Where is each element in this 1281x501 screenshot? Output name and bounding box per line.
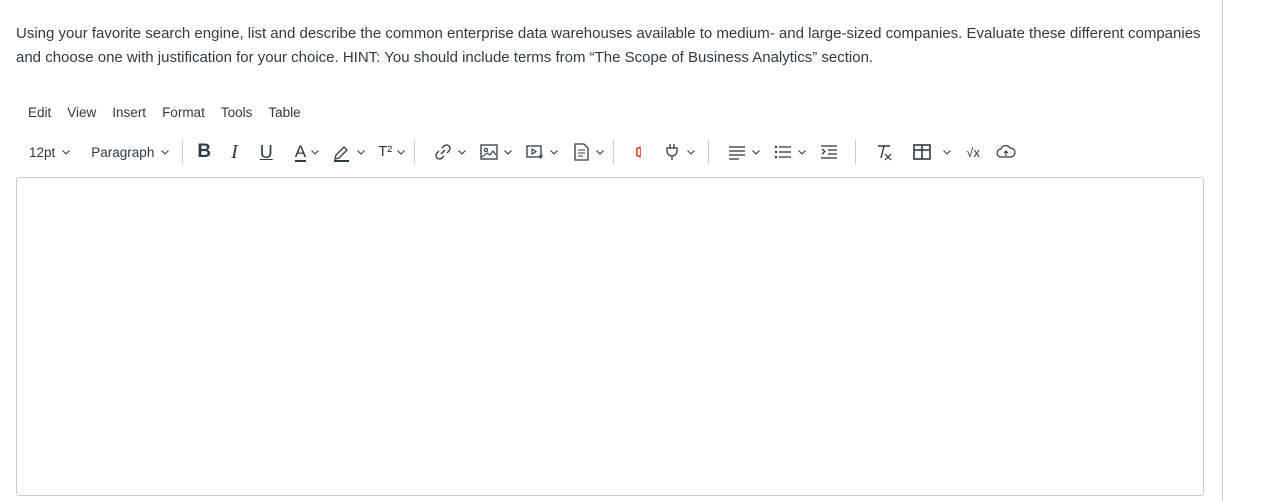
underline-button[interactable]: U [260, 139, 273, 165]
upload-button[interactable] [996, 139, 1016, 165]
chevron-down-icon [504, 150, 513, 155]
menu-insert[interactable]: Insert [104, 103, 154, 123]
menu-format[interactable]: Format [154, 103, 213, 123]
document-icon [574, 143, 589, 161]
list-button[interactable] [773, 139, 807, 165]
table-icon [913, 144, 932, 160]
highlight-icon [334, 146, 350, 162]
align-button[interactable] [727, 139, 761, 165]
chevron-down-icon [687, 150, 696, 155]
chevron-down-icon [943, 150, 952, 155]
italic-icon: I [231, 141, 238, 163]
table-button[interactable] [912, 139, 952, 165]
chevron-down-icon [596, 150, 605, 155]
editor-toolbar: 12pt Paragraph B I U A T² √x [22, 139, 1016, 165]
superscript-button[interactable]: T² [378, 139, 406, 165]
underline-icon: U [259, 142, 273, 162]
office-icon [636, 146, 642, 158]
block-format-dropdown[interactable]: Paragraph [91, 139, 170, 165]
toolbar-separator [182, 140, 184, 164]
highlight-color-button[interactable] [332, 139, 366, 165]
rich-text-editor-area[interactable] [16, 177, 1204, 496]
chevron-down-icon [397, 150, 406, 155]
chevron-down-icon [798, 150, 807, 155]
apps-plug-icon [666, 144, 678, 160]
equation-icon: √x [966, 144, 980, 160]
chevron-down-icon [311, 150, 319, 155]
document-button[interactable] [571, 139, 605, 165]
menu-tools[interactable]: Tools [213, 103, 261, 123]
link-button[interactable] [433, 139, 467, 165]
chevron-down-icon [550, 150, 559, 155]
chevron-down-icon [458, 150, 467, 155]
text-color-icon: A [294, 141, 307, 162]
editor-menubar: Edit View Insert Format Tools Table [20, 102, 309, 124]
image-button[interactable] [479, 139, 513, 165]
text-color-button[interactable]: A [294, 139, 320, 165]
media-icon [526, 145, 544, 159]
cloud-upload-icon [996, 145, 1016, 158]
toolbar-separator [414, 140, 416, 164]
toolbar-separator [708, 140, 710, 164]
superscript-icon: T² [378, 143, 393, 160]
block-format-value: Paragraph [91, 144, 155, 160]
question-prompt: Using your favorite search engine, list … [16, 25, 1201, 66]
bold-button[interactable]: B [197, 139, 211, 165]
link-icon [435, 144, 451, 160]
chevron-down-icon [62, 150, 71, 155]
menu-edit[interactable]: Edit [20, 103, 59, 123]
chevron-down-icon [357, 150, 365, 155]
chevron-down-icon [161, 150, 170, 155]
italic-button[interactable]: I [231, 139, 238, 165]
chevron-down-icon [752, 150, 761, 155]
indent-button[interactable] [819, 139, 839, 165]
font-size-dropdown[interactable]: 12pt [29, 139, 71, 165]
toolbar-separator [855, 140, 857, 164]
align-icon [729, 146, 746, 160]
indent-icon [821, 145, 838, 159]
list-icon [775, 145, 792, 159]
apps-button[interactable] [662, 139, 696, 165]
toolbar-separator [613, 140, 615, 164]
office-button[interactable] [632, 139, 648, 165]
image-icon [480, 144, 498, 160]
media-button[interactable] [525, 139, 559, 165]
menu-view[interactable]: View [59, 103, 104, 123]
menu-table[interactable]: Table [260, 103, 308, 123]
bold-icon: B [197, 141, 212, 162]
clear-formatting-button[interactable] [874, 139, 894, 165]
clear-formatting-icon [878, 145, 892, 161]
font-size-value: 12pt [29, 144, 56, 160]
equation-button[interactable]: √x [966, 139, 980, 165]
page-divider [1222, 0, 1223, 501]
